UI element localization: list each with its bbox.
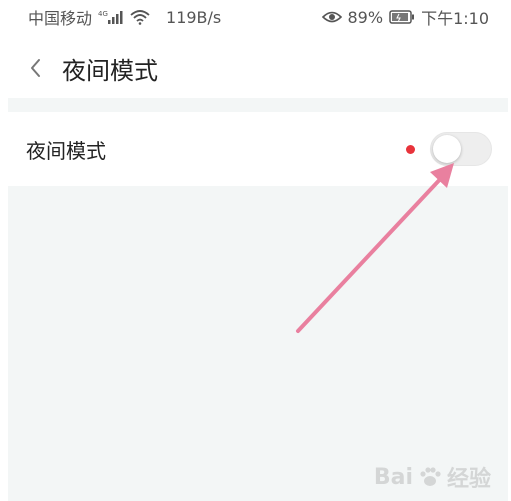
night-mode-label: 夜间模式	[26, 138, 106, 163]
baidu-watermark: Bai 经验	[374, 461, 491, 493]
signal-icon: 4G	[98, 9, 124, 25]
carrier-name: 中国移动	[28, 9, 93, 28]
settings-content: 夜间模式	[8, 98, 508, 501]
night-mode-row[interactable]: 夜间模式	[8, 112, 508, 186]
watermark-suffix: 经验	[446, 467, 491, 492]
title-bar: 夜间模式	[0, 40, 511, 96]
night-mode-toggle[interactable]	[430, 132, 492, 166]
chevron-left-icon	[28, 57, 42, 79]
signal-type-label: 4G	[98, 10, 108, 18]
back-button[interactable]	[10, 40, 60, 96]
paw-icon	[417, 465, 443, 489]
new-indicator-dot	[406, 145, 415, 154]
wifi-icon	[130, 9, 150, 25]
status-bar: 中国移动 4G 119B/s 89% 下午1:10	[0, 0, 511, 34]
toggle-knob	[433, 135, 461, 163]
page-title: 夜间模式	[62, 56, 158, 85]
status-right: 89% 下午1:10	[321, 5, 489, 29]
status-time: 下午1:10	[421, 9, 489, 28]
eye-icon	[321, 10, 342, 24]
battery-percent: 89%	[347, 7, 384, 27]
battery-icon	[389, 10, 415, 24]
watermark-text: Bai	[373, 464, 413, 490]
net-speed: 119B/s	[166, 7, 222, 27]
status-left: 中国移动 4G 119B/s	[28, 5, 221, 29]
